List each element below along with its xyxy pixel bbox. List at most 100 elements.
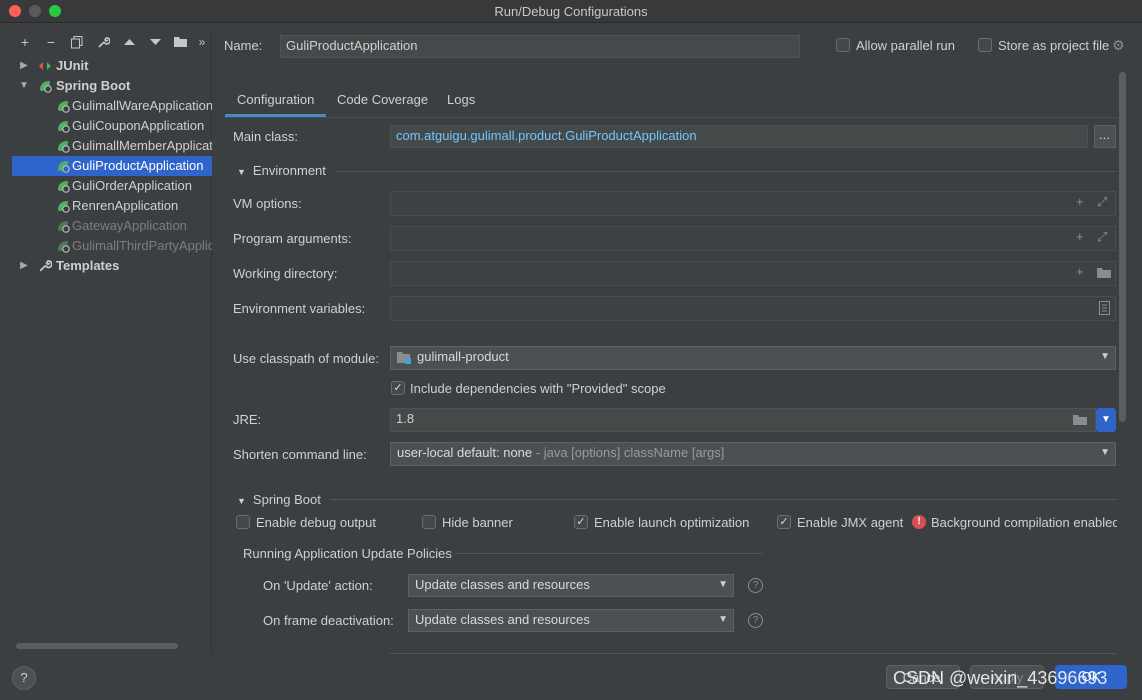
tree-label-junit: JUnit <box>56 58 89 73</box>
form-vertical-scrollbar[interactable] <box>1119 72 1126 422</box>
tree-node-templates[interactable]: ▶ Templates <box>12 256 212 276</box>
remove-icon[interactable]: − <box>38 31 64 53</box>
expand-icon[interactable]: ⤢ <box>1097 194 1107 210</box>
working-directory-label: Working directory: <box>233 266 338 281</box>
more-icon[interactable]: » <box>194 31 210 53</box>
main-class-label: Main class: <box>233 129 299 144</box>
on-update-select[interactable]: Update classes and resources ▼ <box>408 574 734 597</box>
spring-boot-section-label: Spring Boot <box>252 492 321 507</box>
add-icon[interactable]: + <box>1076 229 1084 244</box>
tree-node-junit[interactable]: ▶ JUnit <box>12 56 212 76</box>
tree-item-label: GulimallThirdPartyApplication <box>72 238 212 253</box>
sidebar-horizontal-scrollbar[interactable] <box>16 643 178 649</box>
on-update-value: Update classes and resources <box>415 577 590 592</box>
vm-options-label: VM options: <box>233 196 302 211</box>
tree-item-spring-app[interactable]: GuliProductApplication <box>12 156 212 176</box>
include-dependencies-checkbox[interactable]: ✓ <box>391 381 405 395</box>
tree-item-label: GuliOrderApplication <box>72 178 192 193</box>
expand-icon[interactable]: ⤢ <box>1097 229 1107 245</box>
on-frame-deactivation-select[interactable]: Update classes and resources ▼ <box>408 609 734 632</box>
tabs-divider <box>224 117 1120 118</box>
jmx-agent-checkbox[interactable]: ✓ <box>777 515 791 529</box>
environment-section-label: Environment <box>252 163 326 178</box>
browse-main-class-button[interactable]: ... <box>1094 125 1116 148</box>
tab-logs[interactable]: Logs <box>435 85 487 117</box>
jre-field[interactable]: 1.8 <box>390 408 1096 432</box>
tree-item-spring-app[interactable]: RenrenApplication <box>12 196 212 216</box>
main-class-field[interactable]: com.atguigu.gulimall.product.GuliProduct… <box>390 125 1088 148</box>
spring-boot-icon <box>58 181 70 193</box>
error-icon: ! <box>912 515 926 529</box>
tree-item-spring-app[interactable]: GulimallWareApplication <box>12 96 212 116</box>
chevron-right-icon[interactable]: ▶ <box>18 56 30 76</box>
wrench-icon <box>39 260 52 272</box>
store-as-file-checkbox[interactable] <box>978 38 992 52</box>
chevron-down-icon[interactable]: ▼ <box>18 76 30 96</box>
folder-icon[interactable] <box>1097 267 1112 279</box>
spring-boot-icon <box>58 101 70 113</box>
classpath-module-select[interactable]: gulimall-product ▼ <box>390 346 1116 370</box>
working-directory-field[interactable] <box>390 261 1116 286</box>
background-compilation-label: Background compilation enabled <box>931 515 1117 530</box>
tab-code-coverage[interactable]: Code Coverage <box>325 85 440 117</box>
configuration-tree: ▶ JUnit ▼ Spring Boot GulimallWareApplic… <box>12 56 212 276</box>
down-icon[interactable] <box>142 31 168 53</box>
spring-boot-section[interactable]: ▼ Spring Boot <box>237 492 321 507</box>
copy-icon[interactable] <box>64 31 90 53</box>
update-policies-divider <box>455 553 763 554</box>
allow-parallel-label: Allow parallel run <box>856 38 955 53</box>
on-update-label: On 'Update' action: <box>263 578 373 593</box>
launch-optimization-label: Enable launch optimization <box>594 515 750 530</box>
folder-icon[interactable] <box>168 31 194 53</box>
minimize-window-button[interactable] <box>29 5 41 17</box>
tree-node-spring-boot[interactable]: ▼ Spring Boot <box>12 76 212 96</box>
add-icon[interactable]: + <box>12 31 38 53</box>
sidebar-toolbar: + − » <box>12 31 210 53</box>
help-button[interactable]: ? <box>12 666 36 690</box>
chevron-down-icon: ▼ <box>1100 447 1110 458</box>
spring-boot-icon <box>58 141 70 153</box>
help-icon[interactable]: ? <box>748 613 763 628</box>
hide-banner-checkbox[interactable] <box>422 515 436 529</box>
chevron-right-icon[interactable]: ▶ <box>18 256 30 276</box>
environment-variables-field[interactable] <box>390 296 1116 321</box>
debug-output-checkbox[interactable] <box>236 515 250 529</box>
help-icon[interactable]: ? <box>748 578 763 593</box>
wrench-icon[interactable] <box>90 31 116 53</box>
add-icon[interactable]: + <box>1076 264 1084 279</box>
environment-section[interactable]: ▼ Environment <box>237 163 326 178</box>
add-icon[interactable]: + <box>1076 194 1084 209</box>
name-field[interactable]: GuliProductApplication <box>280 35 800 58</box>
jre-dropdown-button[interactable]: ▼ <box>1096 408 1116 432</box>
chevron-down-icon: ▼ <box>1100 351 1110 362</box>
shorten-command-line-select[interactable]: user-local default: none - java [options… <box>390 442 1116 466</box>
tree-item-spring-app[interactable]: GulimallThirdPartyApplication <box>12 236 212 256</box>
hide-banner-label: Hide banner <box>442 515 513 530</box>
zoom-window-button[interactable] <box>49 5 61 17</box>
document-icon[interactable] <box>1099 301 1110 315</box>
program-arguments-field[interactable] <box>390 226 1116 251</box>
tree-item-spring-app[interactable]: GatewayApplication <box>12 216 212 236</box>
spring-boot-divider <box>330 499 1116 500</box>
up-icon[interactable] <box>116 31 142 53</box>
folder-icon[interactable] <box>1073 414 1088 426</box>
allow-parallel-checkbox[interactable] <box>836 38 850 52</box>
tree-item-label: RenrenApplication <box>72 198 179 213</box>
jre-label: JRE: <box>233 412 262 427</box>
tree-item-label: GulimallWareApplication <box>72 98 212 113</box>
tree-item-label: GuliProductApplication <box>72 158 204 173</box>
close-window-button[interactable] <box>9 5 21 17</box>
tree-item-spring-app[interactable]: GuliOrderApplication <box>12 176 212 196</box>
classpath-module-value: gulimall-product <box>417 349 509 364</box>
tree-item-label: GuliCouponApplication <box>72 118 205 133</box>
launch-optimization-checkbox[interactable]: ✓ <box>574 515 588 529</box>
window-title: Run/Debug Configurations <box>494 4 648 19</box>
tree-item-spring-app[interactable]: GulimallMemberApplication <box>12 136 212 156</box>
on-frame-deactivation-label: On frame deactivation: <box>263 613 394 628</box>
tree-item-spring-app[interactable]: GuliCouponApplication <box>12 116 212 136</box>
vm-options-field[interactable] <box>390 191 1116 216</box>
include-dependencies-label: Include dependencies with "Provided" sco… <box>410 381 666 396</box>
gear-icon[interactable]: ⚙ <box>1112 37 1125 54</box>
tab-configuration[interactable]: Configuration <box>225 85 327 117</box>
spring-boot-icon <box>58 121 70 133</box>
